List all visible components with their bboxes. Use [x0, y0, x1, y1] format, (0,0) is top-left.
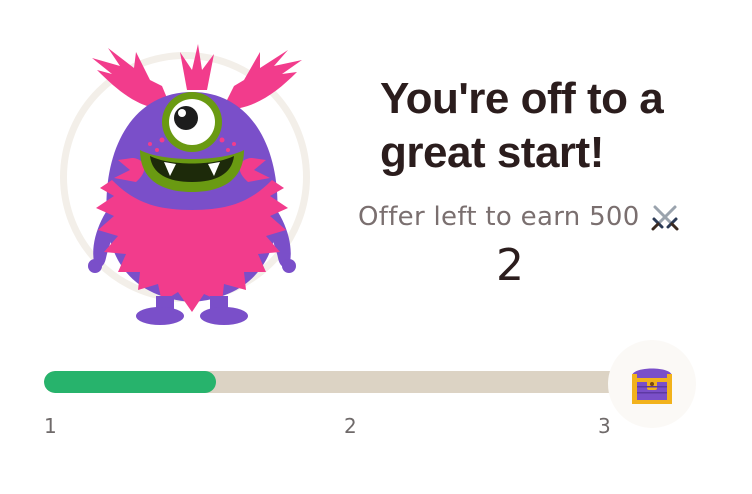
progress-track: [44, 371, 628, 393]
step-label-2: 2: [344, 414, 357, 438]
offer-label: Offer left to earn 500: [358, 202, 640, 232]
progress-fill: [44, 371, 217, 393]
mascot-illustration: [52, 40, 332, 330]
step-label-1: 1: [44, 414, 57, 438]
step-label-3: 3: [598, 414, 611, 438]
one-eyed-monster-icon: [88, 44, 302, 325]
offer-info: Offer left to earn 500: [358, 202, 738, 232]
page-title: You're off to a great start!: [380, 74, 664, 177]
crossed-swords-icon: [650, 202, 680, 232]
treasure-chest-icon: [632, 368, 672, 404]
reward-chest: [608, 340, 696, 428]
offers-remaining-count: 2: [496, 240, 524, 291]
